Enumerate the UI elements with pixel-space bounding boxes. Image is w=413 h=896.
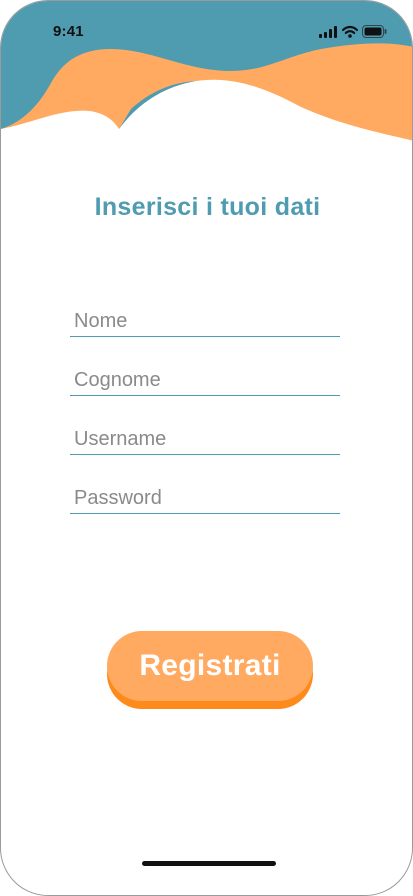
home-indicator	[142, 861, 276, 866]
cognome-input[interactable]	[74, 367, 336, 393]
password-field	[70, 477, 340, 514]
nome-input[interactable]	[74, 308, 336, 334]
form-title: Inserisci i tuoi dati	[94, 193, 321, 221]
username-input[interactable]	[74, 426, 336, 452]
password-input[interactable]	[74, 485, 336, 511]
cellular-signal-icon	[319, 26, 337, 38]
status-bar: 9:41	[1, 1, 412, 61]
battery-icon	[362, 25, 387, 38]
nome-field	[70, 300, 340, 337]
username-field	[70, 418, 340, 455]
wifi-icon	[342, 25, 358, 38]
status-icons	[319, 25, 387, 40]
register-button[interactable]: Registrati	[107, 631, 313, 701]
phone-frame: 9:41 Inserisci i tuoi dati Nome Cognome …	[0, 0, 413, 896]
cognome-field	[70, 359, 340, 396]
status-time: 9:41	[53, 23, 84, 40]
